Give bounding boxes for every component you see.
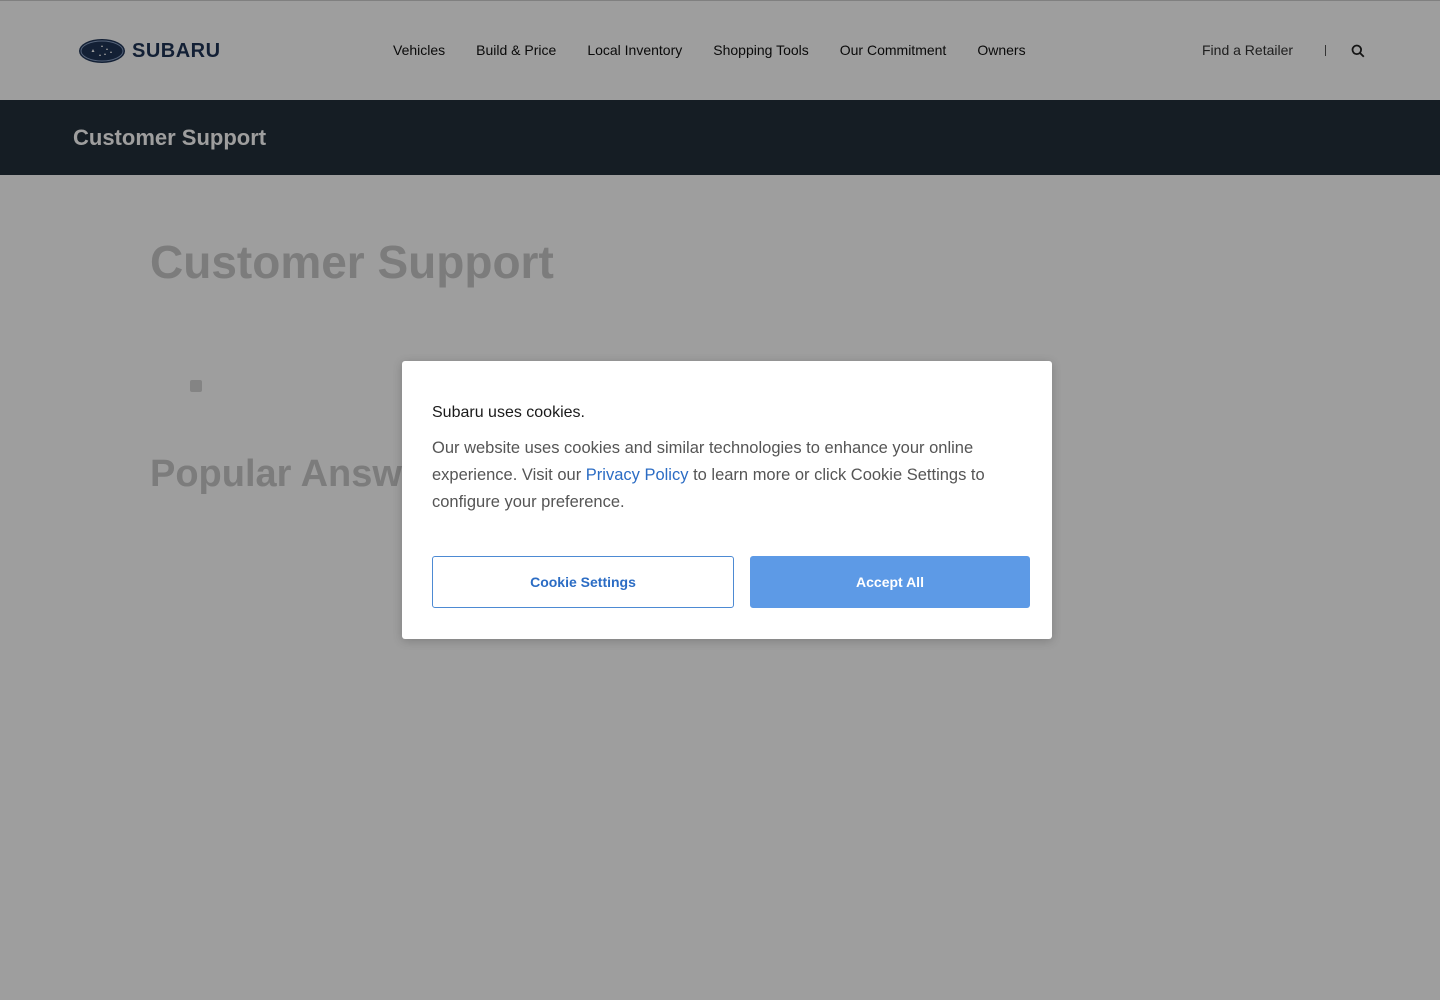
cookie-settings-button[interactable]: Cookie Settings [432, 556, 734, 608]
cookie-consent-dialog: Subaru uses cookies. Our website uses co… [402, 361, 1052, 639]
cookie-dialog-body: Our website uses cookies and similar tec… [432, 435, 1022, 516]
accept-all-button[interactable]: Accept All [750, 556, 1030, 608]
privacy-policy-link[interactable]: Privacy Policy [586, 466, 689, 484]
cookie-dialog-title: Subaru uses cookies. [432, 404, 585, 421]
